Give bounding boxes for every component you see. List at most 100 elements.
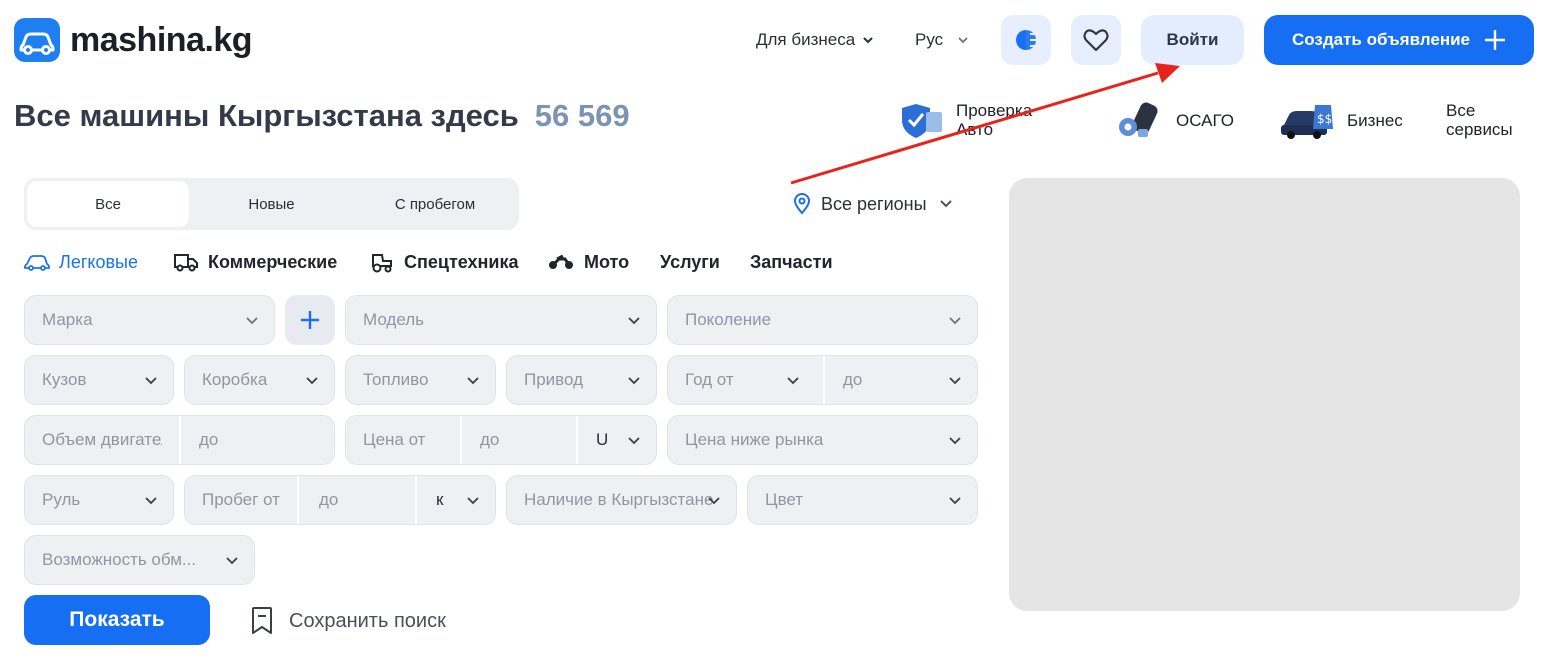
service-osago[interactable]: ОСАГО bbox=[1114, 98, 1234, 142]
tab-label: С пробегом bbox=[394, 195, 476, 213]
tab-used[interactable]: С пробегом bbox=[354, 181, 516, 227]
for-business-label: Для бизнеса bbox=[756, 30, 856, 49]
category-parts[interactable]: Запчасти bbox=[750, 249, 833, 275]
service-business[interactable]: $$ Бизнес bbox=[1279, 98, 1403, 142]
language-select[interactable]: Рус bbox=[915, 29, 971, 51]
generation-select[interactable]: Поколение bbox=[667, 295, 978, 345]
truck-icon bbox=[174, 254, 198, 272]
mileage-to-input[interactable]: до bbox=[319, 490, 338, 510]
price-range: Цена от до U bbox=[345, 415, 657, 465]
heart-icon bbox=[1083, 29, 1109, 52]
ad-banner[interactable] bbox=[1009, 178, 1520, 611]
logo-text: mashina.kg bbox=[70, 20, 253, 59]
page-headline: Все машины Кыргызстана здесь 56 569 bbox=[14, 98, 630, 140]
brand-select[interactable]: Марка bbox=[24, 295, 275, 345]
login-button[interactable]: Войти bbox=[1141, 15, 1244, 65]
drive-select[interactable]: Привод bbox=[506, 355, 657, 405]
service-all[interactable]: Все сервисы bbox=[1446, 98, 1513, 142]
plus-icon bbox=[1485, 30, 1506, 50]
chevron-down-icon bbox=[939, 200, 952, 208]
show-results-label: Показать bbox=[69, 608, 165, 631]
save-search-label: Сохранить поиск bbox=[289, 609, 446, 632]
fuel-select[interactable]: Топливо bbox=[345, 355, 496, 405]
category-services[interactable]: Услуги bbox=[660, 249, 720, 275]
bookmark-icon bbox=[252, 607, 272, 634]
year-range: Год от до bbox=[667, 355, 978, 405]
region-label: Все регионы bbox=[821, 193, 927, 214]
field-divider bbox=[179, 416, 181, 464]
category-moto[interactable]: Мото bbox=[547, 249, 629, 275]
motorcycle-icon bbox=[549, 254, 573, 269]
field-label: Поколение bbox=[685, 310, 772, 329]
service-car-check[interactable]: Проверка Авто bbox=[896, 98, 1032, 142]
field-label: Возможность обм... bbox=[42, 550, 197, 569]
listing-count: 56 569 bbox=[534, 98, 630, 133]
tab-label: Новые bbox=[248, 195, 295, 213]
mileage-unit-select[interactable]: к bbox=[436, 490, 443, 510]
year-to-label: до bbox=[843, 370, 863, 389]
chevron-down-icon bbox=[949, 377, 961, 385]
price-from-input[interactable]: Цена от bbox=[363, 430, 453, 450]
category-special[interactable]: Спецтехника bbox=[369, 249, 519, 275]
login-label: Войти bbox=[1166, 30, 1219, 49]
field-divider bbox=[297, 476, 299, 524]
create-ad-button[interactable]: Создать объявление bbox=[1264, 15, 1534, 65]
chevron-down-icon bbox=[708, 497, 720, 505]
logo[interactable]: mashina.kg bbox=[14, 18, 253, 62]
engine-to-input[interactable]: до bbox=[199, 430, 218, 450]
tab-label: Все bbox=[95, 195, 121, 213]
language-label: Рус bbox=[915, 30, 944, 49]
availability-select[interactable]: Наличие в Кыргызстане bbox=[506, 475, 737, 525]
below-market-select[interactable]: Цена ниже рынка bbox=[667, 415, 978, 465]
chevron-down-icon bbox=[145, 497, 157, 505]
field-divider bbox=[415, 476, 417, 524]
field-divider bbox=[823, 356, 825, 404]
engine-from-input[interactable]: Объем двигателя bbox=[42, 430, 162, 450]
field-label: Цвет bbox=[765, 490, 804, 509]
category-label: Коммерческие bbox=[208, 251, 338, 272]
tractor-icon bbox=[372, 254, 392, 273]
category-cars[interactable]: Легковые bbox=[24, 249, 138, 275]
shield-check-icon bbox=[902, 104, 942, 138]
show-results-button[interactable]: Показать bbox=[24, 595, 210, 645]
field-label: Наличие в Кыргызстане bbox=[524, 490, 714, 509]
gearbox-select[interactable]: Коробка bbox=[184, 355, 335, 405]
region-select[interactable]: Все регионы bbox=[793, 192, 955, 216]
service-label: Проверка bbox=[956, 101, 1033, 120]
category-label: Услуги bbox=[660, 251, 720, 272]
wheel-select[interactable]: Руль bbox=[24, 475, 174, 525]
plus-icon bbox=[301, 311, 319, 329]
theme-toggle-icon bbox=[1016, 30, 1036, 50]
field-label: Марка bbox=[42, 310, 93, 329]
business-car-icon: $$ bbox=[1281, 105, 1333, 139]
chevron-down-icon bbox=[467, 497, 479, 505]
exchange-select[interactable]: Возможность обм... bbox=[24, 535, 255, 585]
service-label: Бизнес bbox=[1347, 110, 1403, 130]
chevron-down-icon bbox=[145, 377, 157, 385]
theme-toggle-button[interactable] bbox=[1001, 15, 1051, 65]
chevron-down-icon bbox=[467, 377, 479, 385]
service-label: Все bbox=[1446, 101, 1476, 120]
body-select[interactable]: Кузов bbox=[24, 355, 174, 405]
field-label: Цена ниже рынка bbox=[685, 430, 824, 449]
currency-select[interactable]: U bbox=[596, 430, 608, 450]
tab-all[interactable]: Все bbox=[27, 181, 189, 227]
category-commercial[interactable]: Коммерческие bbox=[173, 249, 337, 275]
location-pin-icon bbox=[793, 193, 811, 215]
create-ad-label: Создать объявление bbox=[1291, 30, 1471, 49]
service-label: сервисы bbox=[1446, 120, 1513, 139]
mileage-from-input[interactable]: Пробег от bbox=[202, 490, 280, 510]
save-search-button[interactable]: Сохранить поиск bbox=[249, 606, 446, 636]
price-to-input[interactable]: до bbox=[480, 430, 499, 450]
color-select[interactable]: Цвет bbox=[747, 475, 978, 525]
favorites-button[interactable] bbox=[1071, 15, 1121, 65]
car-logo-icon bbox=[14, 18, 60, 62]
for-business-menu[interactable]: Для бизнеса bbox=[756, 29, 875, 51]
add-brand-button[interactable] bbox=[285, 295, 335, 345]
field-divider bbox=[460, 416, 462, 464]
model-select[interactable]: Модель bbox=[345, 295, 657, 345]
page-title: Все машины Кыргызстана здесь bbox=[14, 98, 519, 133]
chevron-down-icon bbox=[226, 557, 238, 565]
tab-new[interactable]: Новые bbox=[189, 181, 354, 227]
condition-tabs: Все Новые С пробегом bbox=[24, 178, 519, 230]
